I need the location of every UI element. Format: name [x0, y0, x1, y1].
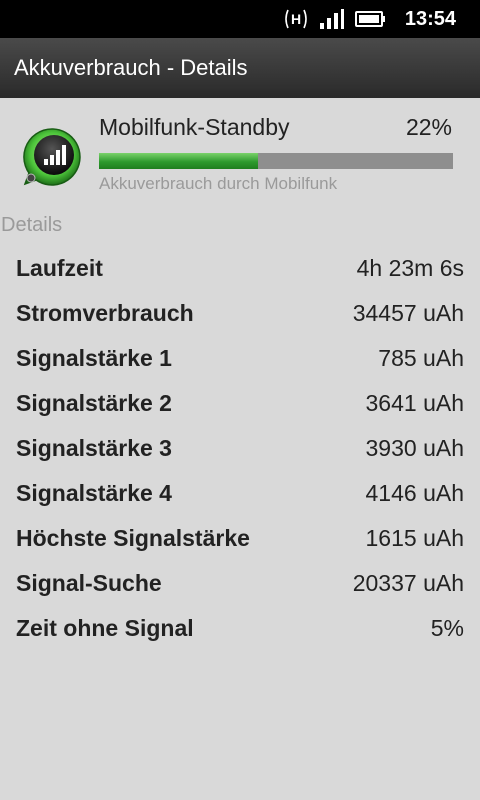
title-bar: Akkuverbrauch - Details: [0, 38, 480, 98]
detail-value: 3930 uAh: [365, 435, 464, 461]
detail-row: Stromverbrauch 34457 uAh: [0, 291, 480, 336]
usage-bar-fill: [99, 153, 259, 169]
detail-row: Signalstärke 3 3930 uAh: [0, 426, 480, 471]
detail-value: 4h 23m 6s: [356, 255, 464, 281]
detail-row: Laufzeit 4h 23m 6s: [0, 246, 480, 291]
network-type-label: H: [291, 11, 301, 27]
detail-value: 5%: [430, 615, 464, 641]
signal-strength-icon: [319, 9, 344, 29]
detail-value: 20337 uAh: [352, 570, 464, 596]
status-icons: H 13:54: [283, 6, 456, 32]
detail-label: Stromverbrauch: [16, 300, 194, 326]
detail-row: Signalstärke 4 4146 uAh: [0, 471, 480, 516]
detail-row: Zeit ohne Signal 5%: [0, 606, 480, 651]
detail-value: 4146 uAh: [365, 480, 464, 506]
status-bar: H 13:54: [0, 0, 480, 38]
usage-subtitle: Akkuverbrauch durch Mobilfunk: [99, 174, 338, 193]
detail-value: 785 uAh: [378, 345, 464, 371]
section-header-details: Details: [1, 214, 63, 236]
detail-label: Signalstärke 2: [16, 390, 172, 416]
detail-value: 3641 uAh: [365, 390, 464, 416]
detail-label: Signalstärke 3: [16, 435, 172, 461]
detail-label: Signal-Suche: [16, 570, 162, 596]
detail-label: Signalstärke 1: [16, 345, 172, 371]
details-list: Laufzeit 4h 23m 6s Stromverbrauch 34457 uAh…: [0, 246, 480, 651]
cell-signal-icon: [23, 128, 81, 186]
usage-bar: [99, 153, 453, 169]
usage-summary: Mobilfunk-Standby 22% Akkuverbrauch durc…: [0, 98, 480, 208]
detail-row: Signal-Suche 20337 uAh: [0, 561, 480, 606]
detail-value: 1615 uAh: [365, 525, 464, 551]
usage-percent: 22%: [405, 114, 452, 140]
detail-row: Signalstärke 2 3641 uAh: [0, 381, 480, 426]
detail-label: Laufzeit: [16, 255, 103, 281]
detail-row: Signalstärke 1 785 uAh: [0, 336, 480, 381]
network-type-icon: H: [285, 9, 307, 29]
detail-label: Zeit ohne Signal: [16, 615, 194, 641]
battery-icon: [354, 11, 385, 27]
detail-label: Signalstärke 4: [16, 480, 172, 506]
detail-value: 34457 uAh: [352, 300, 464, 326]
detail-row: Höchste Signalstärke 1615 uAh: [0, 516, 480, 561]
clock: 13:54: [404, 7, 456, 30]
usage-item-name: Mobilfunk-Standby: [99, 114, 290, 140]
detail-label: Höchste Signalstärke: [16, 525, 250, 551]
page-title: Akkuverbrauch - Details: [14, 55, 248, 80]
